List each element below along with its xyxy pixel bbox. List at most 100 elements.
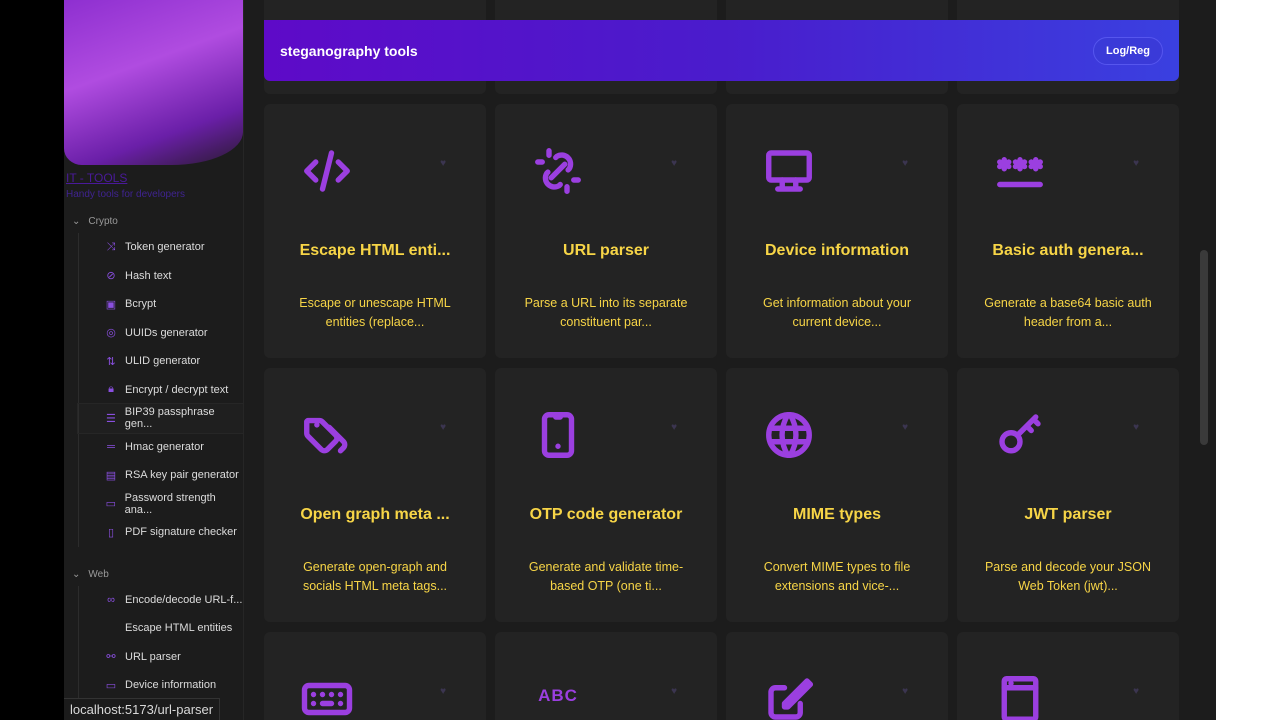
- unlink-icon: [531, 144, 585, 194]
- card-title: URL parser: [563, 242, 649, 259]
- tool-card[interactable]: ♥ Open graph meta ... Generate open-graph…: [264, 368, 486, 622]
- lock-icon: 🔒︎: [108, 383, 114, 396]
- abc-icon: ABC: [531, 672, 585, 718]
- login-register-button[interactable]: Log/Reg: [1093, 36, 1163, 65]
- shuffle-icon: ⤨: [106, 240, 116, 253]
- card-description: Parse and decode your JSON Web Token (jw…: [984, 560, 1152, 593]
- sidebar-item[interactable]: ☰ BIP39 passphrase gen...: [77, 403, 244, 434]
- header-banner: steganography tools Log/Reg: [264, 20, 1179, 81]
- sidebar-item[interactable]: ⇅ ULID generator: [78, 347, 243, 376]
- sidebar-item[interactable]: ═ Hmac generator: [78, 432, 243, 461]
- favorite-heart-icon[interactable]: ♥: [902, 158, 908, 169]
- sidebar-hero: [64, 0, 243, 165]
- favorite-heart-icon[interactable]: ♥: [440, 686, 446, 697]
- sidebar-item-label: Device information: [125, 679, 217, 692]
- brand-link[interactable]: IT - TOOLS: [66, 171, 243, 185]
- sidebar-nav: ⌄ Crypto ⤨ Token generator ⊘ Hash text ▣ Bcrypt…: [64, 216, 244, 700]
- abc-text: ABC: [538, 686, 578, 705]
- favorite-heart-icon[interactable]: ♥: [902, 422, 908, 433]
- password-icon: ▭: [105, 498, 117, 511]
- pencil-icon: [762, 672, 816, 720]
- favorite-heart-icon[interactable]: ♥: [671, 422, 677, 433]
- app: IT - TOOLS Handy tools for developers ⌄ C…: [64, 0, 1216, 720]
- card-description: Escape or unescape HTML entities (replac…: [299, 296, 451, 329]
- tool-card[interactable]: ♥ Device information Get information abou…: [726, 104, 948, 358]
- favorite-heart-icon[interactable]: ♥: [1133, 686, 1139, 697]
- list-icon: ☰: [105, 412, 116, 425]
- sidebar-item-label: Escape HTML entities: [125, 622, 233, 635]
- sidebar-item[interactable]: ⤨ Token generator: [78, 233, 243, 262]
- sidebar-item[interactable]: ⚯ URL parser: [78, 642, 243, 671]
- tool-card[interactable]: ♥: [957, 632, 1179, 720]
- tool-card[interactable]: ♥ JWT parser Parse and decode your JSON W…: [957, 368, 1179, 622]
- favorite-heart-icon[interactable]: ♥: [671, 158, 677, 169]
- favorite-heart-icon[interactable]: ♥: [902, 686, 908, 697]
- code-icon: [300, 144, 354, 194]
- favorite-heart-icon[interactable]: ♥: [671, 686, 677, 697]
- nav-group-label: Web: [88, 568, 109, 580]
- sidebar-item[interactable]: ⊘ Hash text: [78, 261, 243, 290]
- sidebar-item-label: URL parser: [125, 650, 181, 663]
- sidebar-item-label: BIP39 passphrase gen...: [124, 406, 215, 431]
- nav-group-crypto[interactable]: ⌄ Crypto: [72, 216, 243, 227]
- tool-card[interactable]: ♥ Basic auth genera... Generate a base64 …: [957, 104, 1179, 358]
- sidebar-item[interactable]: 🔒︎ Encrypt / decrypt text: [78, 375, 243, 404]
- sidebar-item[interactable]: ▣ Bcrypt: [78, 290, 243, 319]
- tool-card[interactable]: ♥ Escape HTML enti... Escape or unescape …: [264, 104, 486, 358]
- certificate-icon: ▤: [105, 469, 117, 482]
- page-edge: [1216, 0, 1280, 720]
- favorite-heart-icon[interactable]: ♥: [440, 158, 446, 169]
- card-title: Escape HTML enti...: [299, 242, 451, 259]
- sidebar-item[interactable]: ◎ UUIDs generator: [78, 318, 243, 347]
- browser-window-icon: [993, 672, 1047, 720]
- sidebar: IT - TOOLS Handy tools for developers ⌄ C…: [64, 0, 244, 720]
- eye-off-icon: ⊘: [106, 270, 116, 283]
- sidebar-item-label: Hmac generator: [125, 440, 204, 453]
- card-title: Device information: [764, 242, 910, 259]
- tool-card[interactable]: ABC ♥: [495, 632, 717, 720]
- sidebar-item-label: PDF signature checker: [125, 526, 237, 539]
- sidebar-item-label: Encrypt / decrypt text: [125, 383, 229, 396]
- card-description: Generate open-graph and socials HTML met…: [302, 560, 448, 593]
- scrollbar[interactable]: [1200, 250, 1208, 445]
- card-description: Generate a base64 basic auth header from…: [984, 296, 1152, 329]
- sidebar-item[interactable]: ▯ PDF signature checker: [78, 518, 243, 547]
- sidebar-item-label: Token generator: [125, 241, 205, 254]
- sidebar-item[interactable]: ∞ Encode/decode URL-f...: [78, 585, 243, 614]
- box-icon: ▣: [105, 298, 117, 311]
- short-text-icon: ═: [107, 440, 115, 453]
- sidebar-item[interactable]: ▭ Password strength ana...: [78, 489, 243, 518]
- card-title: OTP code generator: [529, 506, 683, 523]
- asterisk-password-icon: [993, 144, 1047, 194]
- card-title: Open graph meta ...: [300, 506, 450, 523]
- sidebar-item[interactable]: Escape HTML entities: [78, 614, 243, 643]
- tags-icon: [300, 408, 354, 458]
- favorite-heart-icon[interactable]: ♥: [440, 422, 446, 433]
- card-description: Get information about your current devic…: [763, 296, 911, 329]
- sidebar-item[interactable]: ▤ RSA key pair generator: [78, 461, 243, 490]
- favorite-heart-icon[interactable]: ♥: [1133, 422, 1139, 433]
- link-icon: ∞: [107, 593, 115, 606]
- file-cert-icon: ▯: [107, 526, 115, 539]
- sidebar-item-label: ULID generator: [125, 355, 201, 368]
- card-title: JWT parser: [1024, 506, 1112, 523]
- fingerprint-icon: ◎: [106, 327, 116, 340]
- chevron-down-icon: ⌄: [72, 568, 81, 580]
- sidebar-item-label: RSA key pair generator: [125, 469, 239, 482]
- key-icon: [993, 408, 1047, 458]
- unlink-icon: ⚯: [106, 651, 116, 664]
- sidebar-item-label: Bcrypt: [125, 298, 157, 311]
- sidebar-item-label: Hash text: [125, 269, 172, 282]
- sidebar-item[interactable]: ▭ Device information: [78, 671, 243, 700]
- tool-card[interactable]: ♥: [264, 632, 486, 720]
- tool-card[interactable]: ♥ OTP code generator Generate and validat…: [495, 368, 717, 622]
- tool-card[interactable]: ♥ URL parser Parse a URL into its separat…: [495, 104, 717, 358]
- tool-card[interactable]: ♥ MIME types Convert MIME types to file e…: [726, 368, 948, 622]
- card-title: MIME types: [792, 506, 881, 523]
- tagline: Handy tools for developers: [66, 189, 185, 200]
- card-description: Convert MIME types to file extensions an…: [763, 560, 911, 593]
- nav-group-web[interactable]: ⌄ Web: [72, 569, 243, 580]
- keyboard-icon: [300, 672, 354, 718]
- tool-card[interactable]: ♥: [726, 632, 948, 720]
- favorite-heart-icon[interactable]: ♥: [1133, 158, 1139, 169]
